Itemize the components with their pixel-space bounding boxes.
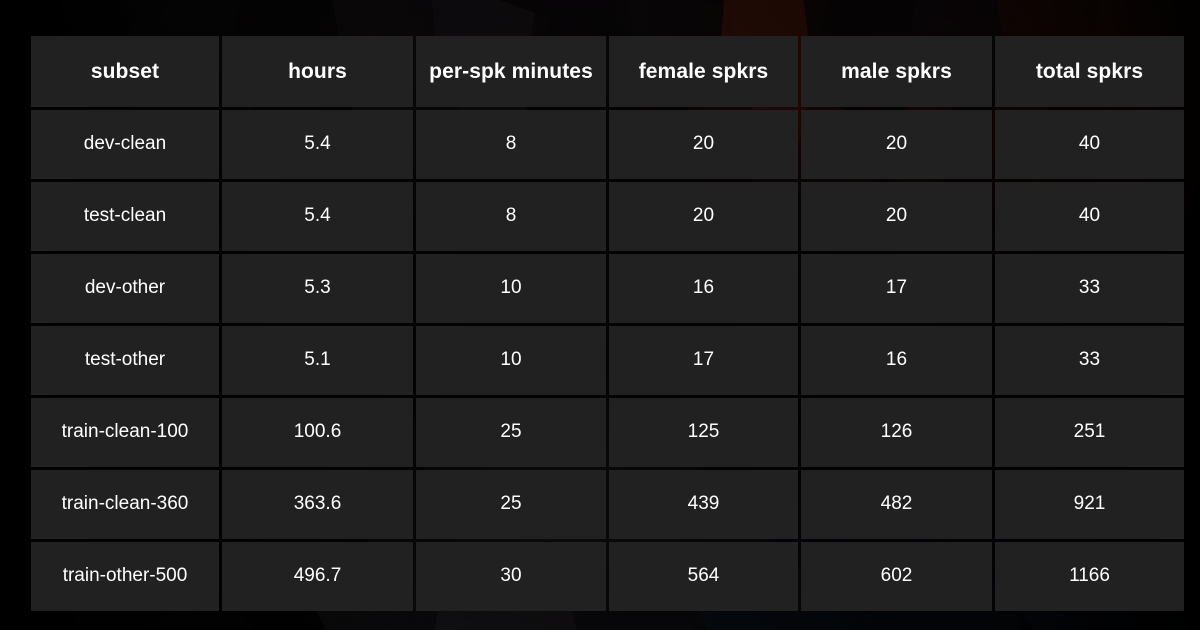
cell-total-spkrs: 40: [995, 182, 1184, 251]
cell-per-spk-minutes: 8: [416, 110, 606, 179]
cell-total-spkrs: 33: [995, 326, 1184, 395]
table-row: train-clean-100 100.6 25 125 126 251: [31, 398, 1184, 467]
cell-hours: 5.1: [222, 326, 413, 395]
cell-hours: 5.3: [222, 254, 413, 323]
table-row: dev-clean 5.4 8 20 20 40: [31, 110, 1184, 179]
cell-female-spkrs: 20: [609, 182, 798, 251]
poster-canvas: subset hours per-spk minutes female spkr…: [0, 0, 1200, 630]
table-row: train-other-500 496.7 30 564 602 1166: [31, 542, 1184, 611]
cell-female-spkrs: 17: [609, 326, 798, 395]
cell-subset: test-clean: [31, 182, 219, 251]
cell-subset: dev-other: [31, 254, 219, 323]
cell-male-spkrs: 126: [801, 398, 992, 467]
cell-total-spkrs: 1166: [995, 542, 1184, 611]
column-header-female-spkrs: female spkrs: [609, 36, 798, 107]
column-header-subset: subset: [31, 36, 219, 107]
cell-hours: 100.6: [222, 398, 413, 467]
subset-statistics-table: subset hours per-spk minutes female spkr…: [28, 33, 1187, 614]
cell-subset: train-clean-360: [31, 470, 219, 539]
cell-per-spk-minutes: 10: [416, 254, 606, 323]
column-header-total-spkrs: total spkrs: [995, 36, 1184, 107]
table-row: test-other 5.1 10 17 16 33: [31, 326, 1184, 395]
cell-male-spkrs: 16: [801, 326, 992, 395]
cell-female-spkrs: 125: [609, 398, 798, 467]
cell-female-spkrs: 564: [609, 542, 798, 611]
cell-hours: 496.7: [222, 542, 413, 611]
cell-female-spkrs: 439: [609, 470, 798, 539]
cell-subset: dev-clean: [31, 110, 219, 179]
column-header-male-spkrs: male spkrs: [801, 36, 992, 107]
cell-subset: train-other-500: [31, 542, 219, 611]
cell-per-spk-minutes: 25: [416, 470, 606, 539]
cell-hours: 5.4: [222, 182, 413, 251]
cell-female-spkrs: 20: [609, 110, 798, 179]
cell-male-spkrs: 602: [801, 542, 992, 611]
cell-male-spkrs: 20: [801, 182, 992, 251]
table-header: subset hours per-spk minutes female spkr…: [31, 36, 1184, 107]
column-header-hours: hours: [222, 36, 413, 107]
table-header-row: subset hours per-spk minutes female spkr…: [31, 36, 1184, 107]
table-body: dev-clean 5.4 8 20 20 40 test-clean 5.4 …: [31, 110, 1184, 611]
cell-male-spkrs: 482: [801, 470, 992, 539]
cell-total-spkrs: 251: [995, 398, 1184, 467]
column-header-per-spk-minutes: per-spk minutes: [416, 36, 606, 107]
cell-total-spkrs: 921: [995, 470, 1184, 539]
cell-male-spkrs: 20: [801, 110, 992, 179]
cell-subset: test-other: [31, 326, 219, 395]
cell-per-spk-minutes: 8: [416, 182, 606, 251]
cell-per-spk-minutes: 30: [416, 542, 606, 611]
cell-total-spkrs: 33: [995, 254, 1184, 323]
cell-per-spk-minutes: 25: [416, 398, 606, 467]
cell-hours: 363.6: [222, 470, 413, 539]
data-table-container: subset hours per-spk minutes female spkr…: [31, 36, 1184, 611]
cell-hours: 5.4: [222, 110, 413, 179]
table-row: train-clean-360 363.6 25 439 482 921: [31, 470, 1184, 539]
cell-female-spkrs: 16: [609, 254, 798, 323]
cell-subset: train-clean-100: [31, 398, 219, 467]
table-row: dev-other 5.3 10 16 17 33: [31, 254, 1184, 323]
cell-total-spkrs: 40: [995, 110, 1184, 179]
cell-per-spk-minutes: 10: [416, 326, 606, 395]
table-row: test-clean 5.4 8 20 20 40: [31, 182, 1184, 251]
cell-male-spkrs: 17: [801, 254, 992, 323]
